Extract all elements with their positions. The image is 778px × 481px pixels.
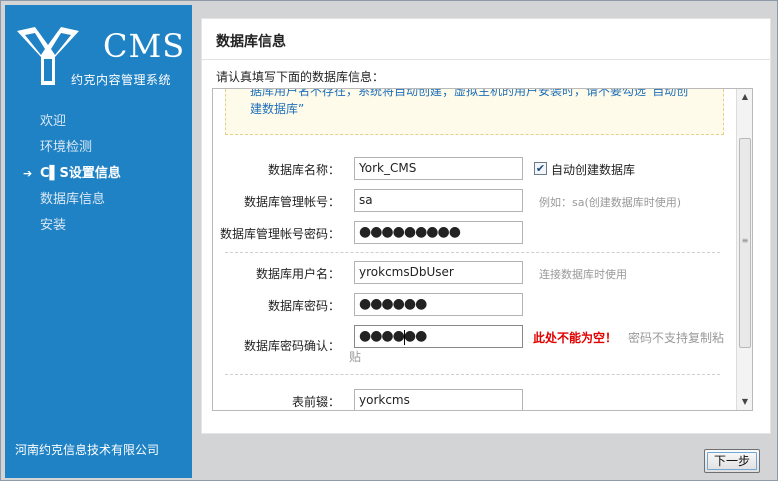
- sidebar: CMS 约克内容管理系统 欢迎 环境检测 ➔ C▌S设置信息 数据库信息 安装 …: [5, 5, 192, 478]
- nav-item-welcome[interactable]: 欢迎: [5, 109, 192, 135]
- title-divider: [202, 59, 772, 60]
- logo: CMS 约克内容管理系统: [15, 25, 185, 95]
- confirm-hint-wrap: 贴: [349, 350, 362, 364]
- nav-item-install[interactable]: 安装: [5, 213, 192, 239]
- section-divider: [225, 374, 720, 375]
- admin-account-hint: 例如：sa(创建数据库时使用): [539, 196, 682, 209]
- table-prefix-input[interactable]: yorkcms: [354, 389, 523, 410]
- vertical-scrollbar[interactable]: ▲ ≡ ▼: [736, 89, 752, 410]
- admin-account-label: 数据库管理帐号：: [243, 195, 340, 209]
- table-prefix-label: 表前辍：: [291, 395, 340, 409]
- db-name-input[interactable]: York_CMS: [354, 157, 523, 180]
- next-step-button[interactable]: 下一步: [704, 449, 760, 473]
- scrollbar-thumb[interactable]: ≡: [739, 138, 751, 348]
- auto-create-label: 自动创建数据库: [551, 163, 636, 177]
- db-user-hint: 连接数据库时使用: [539, 268, 627, 281]
- auto-create-checkbox[interactable]: ✔: [534, 162, 547, 175]
- section-divider: [225, 252, 720, 253]
- install-steps-nav: 欢迎 环境检测 ➔ C▌S设置信息 数据库信息 安装: [5, 109, 192, 239]
- admin-password-input[interactable]: ●●●●●●●●●: [354, 221, 523, 244]
- scroll-down-arrow-icon[interactable]: ▼: [737, 394, 752, 410]
- confirm-hint: 密码不支持复制粘: [628, 331, 725, 345]
- db-user-input[interactable]: yrokcmsDbUser: [354, 261, 523, 284]
- button-focus-ring: [707, 452, 757, 470]
- text-caret: [404, 330, 405, 345]
- logo-text: CMS: [103, 27, 186, 65]
- logo-subtitle: 约克内容管理系统: [71, 73, 172, 87]
- logo-y-icon: [17, 27, 79, 85]
- installer-window: CMS 约克内容管理系统 欢迎 环境检测 ➔ C▌S设置信息 数据库信息 安装 …: [0, 0, 778, 481]
- nav-item-environment-check[interactable]: 环境检测: [5, 135, 192, 161]
- form-scroll-area[interactable]: 据库用户名不存在，系统将自动创建；虚拟主机的用户安装时，请不要勾选“自动创 建数…: [212, 88, 753, 411]
- main-panel: 数据库信息 请认真填写下面的数据库信息： 据库用户名不存在，系统将自动创建；虚拟…: [201, 18, 772, 434]
- scroll-up-arrow-icon[interactable]: ▲: [737, 89, 752, 105]
- notice-box: 据库用户名不存在，系统将自动创建；虚拟主机的用户安装时，请不要勾选“自动创 建数…: [225, 89, 724, 135]
- admin-account-input[interactable]: sa: [354, 189, 523, 212]
- db-user-label: 数据库用户名：: [255, 267, 340, 281]
- grip-icon: ≡: [741, 236, 749, 245]
- notice-text: 据库用户名不存在，系统将自动创建；虚拟主机的用户安装时，请不要勾选“自动创 建数…: [250, 88, 720, 118]
- confirm-error-message: 此处不能为空！: [533, 331, 618, 345]
- db-password-confirm-input[interactable]: ●●●●●●: [354, 325, 523, 348]
- nav-item-cms-settings[interactable]: ➔ C▌S设置信息: [5, 161, 192, 187]
- db-name-label: 数据库名称：: [267, 163, 340, 177]
- active-arrow-icon: ➔: [23, 167, 33, 180]
- nav-item-database-info[interactable]: 数据库信息: [5, 187, 192, 213]
- company-name: 河南约克信息技术有限公司: [15, 443, 160, 457]
- admin-password-label: 数据库管理帐号密码：: [219, 227, 340, 241]
- page-title: 数据库信息: [216, 34, 286, 50]
- db-password-confirm-label: 数据库密码确认：: [243, 339, 340, 353]
- notice-line: 建数据库”: [250, 102, 305, 116]
- db-password-label: 数据库密码：: [267, 299, 340, 313]
- notice-line: 据库用户名不存在，系统将自动创建；虚拟主机的用户安装时，请不要勾选“自动创: [250, 88, 689, 98]
- nav-item-label: C▌S设置信息: [40, 166, 121, 181]
- db-password-input[interactable]: ●●●●●●: [354, 293, 523, 316]
- intro-text: 请认真填写下面的数据库信息：: [216, 70, 385, 84]
